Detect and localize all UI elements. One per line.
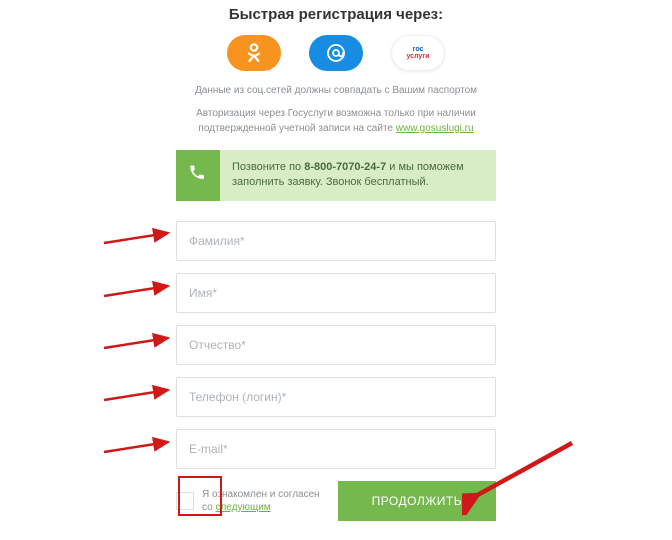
page-title: Быстрая регистрация через: [176, 6, 496, 23]
consent-text: Я ознакомлен и согласен со следующим [202, 488, 320, 514]
phone-icon [188, 164, 206, 187]
patronymic-field-wrapper [176, 325, 496, 365]
phone-input[interactable] [189, 390, 483, 404]
email-input[interactable] [189, 442, 483, 456]
passport-note: Данные из соц.сетей должны совпадать с В… [176, 85, 496, 96]
annotation-arrow-icon [102, 227, 174, 249]
gosuslugi-note: Авторизация через Госуслуги возможна тол… [176, 106, 496, 136]
social-buttons-row: гос услуги [176, 35, 496, 71]
social-gosuslugi-button[interactable]: гос услуги [391, 35, 445, 71]
annotation-arrow-icon [102, 384, 174, 406]
social-ok-button[interactable] [227, 35, 281, 71]
odnoklassniki-icon [246, 42, 262, 64]
patronymic-input[interactable] [189, 338, 483, 352]
continue-button[interactable]: ПРОДОЛЖИТЬ [338, 481, 496, 521]
consent-block: Я ознакомлен и согласен со следующим [176, 488, 320, 514]
annotation-arrow-icon [102, 436, 174, 458]
at-sign-icon [326, 43, 346, 63]
lastname-field-wrapper [176, 221, 496, 261]
consent-link[interactable]: следующим [215, 502, 270, 513]
call-hint-box: Позвоните по 8-800-7070-24-7 и мы поможе… [176, 150, 496, 201]
gosuslugi-link[interactable]: www.gosuslugi.ru [396, 123, 474, 134]
email-field-wrapper [176, 429, 496, 469]
consent-checkbox[interactable] [176, 492, 194, 510]
annotation-arrow-icon [102, 280, 174, 302]
bottom-row: Я ознакомлен и согласен со следующим ПРО… [176, 481, 496, 521]
social-mail-button[interactable] [309, 35, 363, 71]
phone-field-wrapper [176, 377, 496, 417]
gosuslugi-icon: гос услуги [406, 46, 429, 60]
firstname-input[interactable] [189, 286, 483, 300]
annotation-arrow-icon [102, 332, 174, 354]
firstname-field-wrapper [176, 273, 496, 313]
lastname-input[interactable] [189, 234, 483, 248]
